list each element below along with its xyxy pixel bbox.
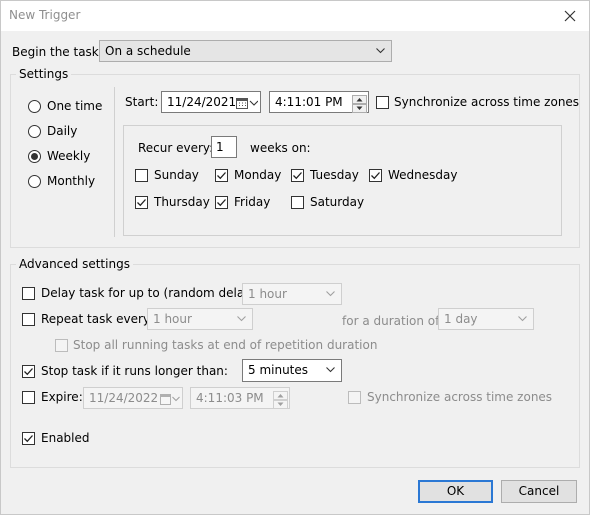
chevron-down-icon <box>326 291 335 297</box>
stop-all-label: Stop all running tasks at end of repetit… <box>73 338 378 352</box>
settings-divider <box>114 87 115 237</box>
stop-task-checkbox[interactable] <box>22 365 35 378</box>
stop-task-select[interactable]: 5 minutes <box>242 359 342 382</box>
cancel-button[interactable]: Cancel <box>501 480 577 503</box>
spin-down-icon[interactable] <box>273 398 288 409</box>
expire-checkbox[interactable] <box>22 391 35 404</box>
thursday-checkbox[interactable] <box>135 196 148 209</box>
recur-weeks-value: 1 <box>216 140 224 154</box>
expire-date-value: 11/24/2022 <box>89 391 159 405</box>
spin-up-icon[interactable] <box>273 389 288 400</box>
checkmark-icon <box>24 435 33 443</box>
radio-weekly[interactable] <box>28 150 41 163</box>
radio-daily-label: Daily <box>47 124 78 138</box>
title-bar: New Trigger <box>1 1 589 31</box>
stop-task-label: Stop task if it runs longer than: <box>41 364 228 378</box>
checkmark-icon <box>217 199 226 207</box>
stop-task-value: 5 minutes <box>248 363 309 377</box>
weeks-on-label: weeks on: <box>250 141 311 155</box>
delay-select[interactable]: 1 hour <box>242 283 342 305</box>
start-date-value: 11/24/2021 <box>167 95 237 109</box>
sunday-label: Sunday <box>154 168 199 182</box>
sunday-checkbox[interactable] <box>135 169 148 182</box>
repeat-checkbox[interactable] <box>22 313 35 326</box>
radio-monthly[interactable] <box>28 175 41 188</box>
monday-checkbox[interactable] <box>215 169 228 182</box>
chevron-down-icon <box>326 367 335 373</box>
checkmark-icon <box>371 172 380 180</box>
tuesday-label: Tuesday <box>310 168 359 182</box>
enabled-label: Enabled <box>41 431 90 445</box>
thursday-label: Thursday <box>154 195 210 209</box>
repeat-select[interactable]: 1 hour <box>147 308 253 330</box>
begin-task-value: On a schedule <box>105 44 191 58</box>
ok-button[interactable]: OK <box>418 480 493 503</box>
wednesday-label: Wednesday <box>388 168 458 182</box>
radio-weekly-label: Weekly <box>47 149 91 163</box>
stop-all-checkbox[interactable] <box>55 339 68 352</box>
recur-label: Recur every: <box>138 141 214 155</box>
sync-label: Synchronize across time zones <box>394 95 580 109</box>
sync-checkbox[interactable] <box>376 96 389 109</box>
dialog-window: New Trigger Begin the task: On a schedul… <box>0 0 590 515</box>
friday-checkbox[interactable] <box>215 196 228 209</box>
wednesday-checkbox[interactable] <box>369 169 382 182</box>
delay-checkbox[interactable] <box>22 287 35 300</box>
radio-one-time-label: One time <box>47 99 103 113</box>
expire-time-field[interactable]: 4:11:03 PM <box>190 387 290 409</box>
repeat-value: 1 hour <box>153 312 192 326</box>
radio-monthly-label: Monthly <box>47 174 96 188</box>
delay-label: Delay task for up to (random delay): <box>41 286 261 300</box>
duration-select[interactable]: 1 day <box>438 308 534 330</box>
expire-date-picker[interactable]: 11/24/2022 <box>83 387 183 409</box>
begin-task-select[interactable]: On a schedule <box>99 40 392 62</box>
close-icon[interactable] <box>559 5 581 27</box>
enabled-checkbox[interactable] <box>22 432 35 445</box>
radio-daily[interactable] <box>28 125 41 138</box>
checkmark-icon <box>137 199 146 207</box>
calendar-icon[interactable] <box>236 97 258 109</box>
radio-one-time[interactable] <box>28 100 41 113</box>
checkmark-icon <box>24 368 33 376</box>
calendar-icon[interactable] <box>160 393 180 405</box>
start-time-value: 4:11:01 PM <box>275 95 343 109</box>
start-date-picker[interactable]: 11/24/2021 <box>161 91 261 113</box>
saturday-checkbox[interactable] <box>291 196 304 209</box>
recur-weeks-input[interactable]: 1 <box>211 136 237 158</box>
repeat-label: Repeat task every: <box>41 312 154 326</box>
chevron-down-icon <box>376 48 385 54</box>
duration-value: 1 day <box>444 312 478 326</box>
begin-task-label: Begin the task: <box>12 45 103 59</box>
expire-sync-label: Synchronize across time zones <box>367 390 553 404</box>
monday-label: Monday <box>234 168 282 182</box>
duration-label: for a duration of: <box>342 314 443 328</box>
spin-down-icon[interactable] <box>352 102 367 113</box>
start-label: Start: <box>125 95 159 109</box>
friday-label: Friday <box>234 195 271 209</box>
window-title: New Trigger <box>9 8 81 22</box>
delay-value: 1 hour <box>248 287 287 301</box>
advanced-legend: Advanced settings <box>16 257 133 271</box>
tuesday-checkbox[interactable] <box>291 169 304 182</box>
expire-time-value: 4:11:03 PM <box>196 391 264 405</box>
spin-up-icon[interactable] <box>352 93 367 104</box>
expire-label: Expire: <box>41 390 83 404</box>
checkmark-icon <box>217 172 226 180</box>
start-time-field[interactable]: 4:11:01 PM <box>269 91 369 113</box>
settings-legend: Settings <box>16 67 72 81</box>
chevron-down-icon <box>518 316 527 322</box>
expire-sync-checkbox[interactable] <box>348 391 361 404</box>
radio-selected-dot <box>31 153 38 160</box>
saturday-label: Saturday <box>310 195 365 209</box>
checkmark-icon <box>293 172 302 180</box>
chevron-down-icon <box>237 316 246 322</box>
